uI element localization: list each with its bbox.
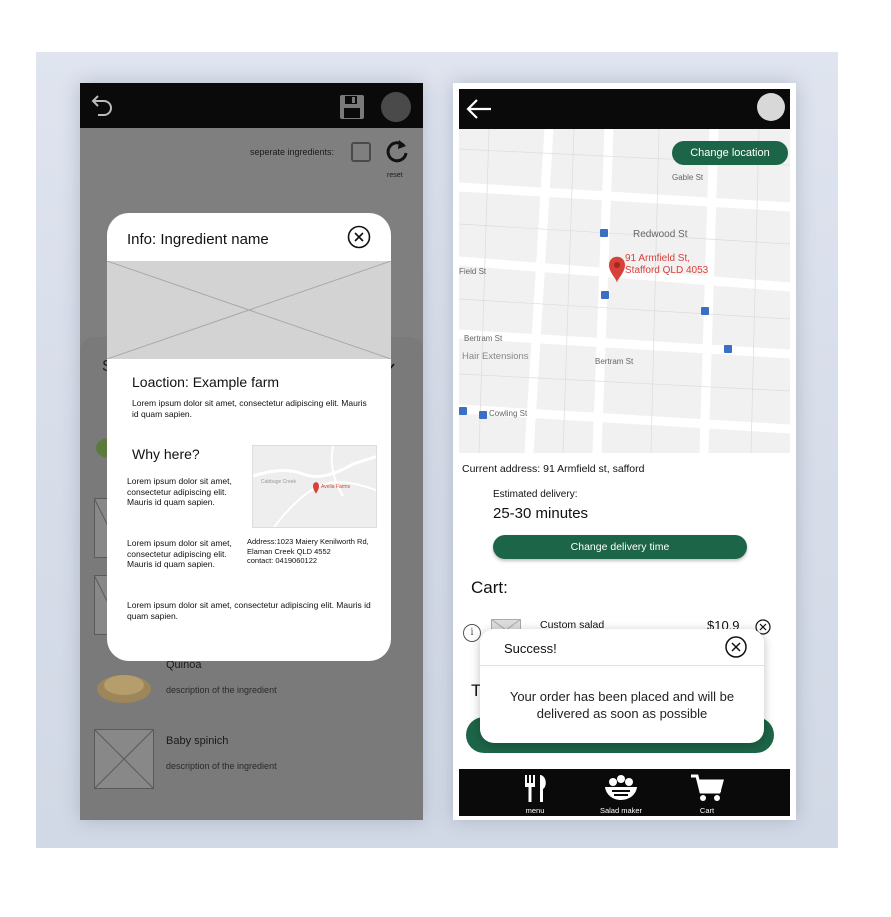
top-toolbar <box>80 83 423 128</box>
modal-title: Info: Ingredient name <box>127 231 269 248</box>
contact-line: contact: 0419060122 <box>247 556 318 565</box>
success-message: Your order has been placed and will be d… <box>509 689 735 721</box>
current-address: Current address: 91 Armfield st, safford <box>462 463 645 475</box>
nav-label: Salad maker <box>599 806 643 815</box>
nav-label: menu <box>525 806 545 815</box>
why-here-text: Lorem ipsum dolor sit amet, consectetur … <box>127 476 232 507</box>
map-image <box>459 129 790 453</box>
map-area-label: Cabbage Creek <box>261 479 297 485</box>
street-label: Bertram St <box>464 334 503 343</box>
street-label: Field St <box>459 267 487 276</box>
reset-label: reset <box>387 172 403 179</box>
street-label: Bertram St <box>595 357 634 366</box>
address-line: Address:1023 Maiery Kenilworth Rd, <box>247 537 369 546</box>
separate-ingredients-checkbox[interactable] <box>351 142 371 162</box>
back-arrow-icon[interactable] <box>465 97 493 121</box>
nav-cart[interactable]: Cart <box>667 769 747 816</box>
divider <box>480 665 764 666</box>
change-location-button[interactable]: Change location <box>672 141 788 165</box>
image-placeholder-icon <box>94 729 154 789</box>
estimated-delivery-time: 25-30 minutes <box>493 505 589 522</box>
map-pin-label: Avelia Farms <box>321 484 351 490</box>
nav-menu[interactable]: menu <box>495 769 575 816</box>
nav-label: Cart <box>699 806 715 815</box>
avatar[interactable] <box>381 92 411 122</box>
ingredient-description: description of the ingredient <box>166 685 277 695</box>
farm-map[interactable]: Avelia Farms Cabbage Creek <box>252 445 377 528</box>
top-bar <box>459 89 790 129</box>
undo-icon[interactable] <box>90 91 116 117</box>
nav-salad-maker[interactable]: Salad maker <box>581 769 661 816</box>
reset-icon[interactable] <box>384 138 410 164</box>
fork-knife-icon <box>525 775 546 802</box>
why-here-heading: Why here? <box>132 446 200 462</box>
info-icon[interactable]: i <box>463 624 481 642</box>
ingredient-name: Baby spinich <box>166 735 229 747</box>
estimated-delivery-label: Estimated delivery: <box>493 489 578 500</box>
avatar[interactable] <box>757 93 785 121</box>
map-pin-line: 91 Armfield St, <box>625 253 691 264</box>
quinoa-image <box>97 675 151 703</box>
street-label: Redwood St <box>633 229 688 240</box>
street-label: Cowling St <box>489 409 528 418</box>
change-delivery-time-button[interactable]: Change delivery time <box>493 535 747 559</box>
ingredient-row-quinoa[interactable]: Quinoa description of the ingredient <box>94 653 414 719</box>
street-label: Hair Extensions <box>462 351 529 362</box>
street-label: Gable St <box>672 173 704 182</box>
cart-heading: Cart: <box>471 578 508 597</box>
map-image <box>253 446 376 527</box>
map-pin-label: 91 Armfield St, Stafford QLD 4053 <box>625 253 708 277</box>
ingredient-row-baby-spinich[interactable]: Baby spinich description of the ingredie… <box>94 729 414 795</box>
ingredient-info-modal: Info: Ingredient name Loaction: Example … <box>107 213 391 661</box>
why-here-text: Lorem ipsum dolor sit amet, consectetur … <box>127 600 371 621</box>
close-icon[interactable] <box>725 636 747 658</box>
why-here-text: Lorem ipsum dolor sit amet, consectetur … <box>127 538 232 569</box>
cart-icon <box>691 774 724 801</box>
checkout-screen: 91 Armfield St, Stafford QLD 4053 Gable … <box>453 83 796 820</box>
map-pin-line: Stafford QLD 4053 <box>625 265 709 276</box>
separate-ingredients-label: seperate ingredients: <box>250 147 335 157</box>
location-text: Lorem ipsum dolor sit amet, consectetur … <box>132 398 367 419</box>
success-title: Success! <box>504 641 557 656</box>
delivery-map[interactable]: 91 Armfield St, Stafford QLD 4053 Gable … <box>459 129 790 453</box>
location-heading: Loaction: Example farm <box>132 374 280 390</box>
save-icon[interactable] <box>339 94 365 120</box>
ingredient-description: description of the ingredient <box>166 761 277 771</box>
salad-bowl-icon <box>605 775 637 800</box>
image-placeholder-icon <box>107 261 391 359</box>
ingredient-info-screen: seperate ingredients: reset S Quinoa des… <box>80 83 423 820</box>
success-dialog: Success! Your order has been placed and … <box>480 629 764 743</box>
bottom-nav: menu Salad maker Cart <box>459 769 790 816</box>
close-icon[interactable] <box>347 225 371 249</box>
